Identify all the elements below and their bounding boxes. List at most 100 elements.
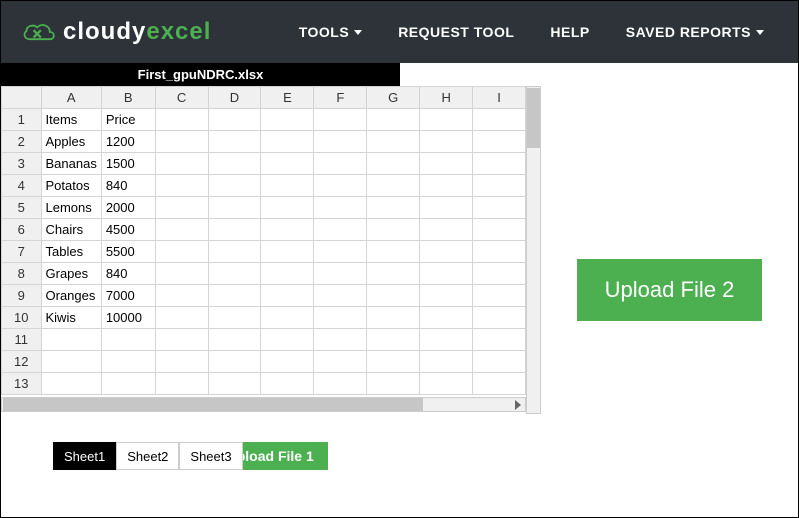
cell[interactable] (208, 351, 261, 373)
cell[interactable] (314, 153, 367, 175)
row-header[interactable]: 13 (2, 373, 42, 395)
cell[interactable] (420, 329, 473, 351)
cell[interactable] (314, 197, 367, 219)
cell[interactable] (420, 373, 473, 395)
nav-tools[interactable]: TOOLS (285, 14, 376, 50)
horizontal-scrollbar[interactable] (1, 397, 526, 412)
cell[interactable] (367, 285, 420, 307)
tab-sheet1[interactable]: Sheet1 (53, 442, 116, 470)
cell[interactable] (473, 285, 526, 307)
col-header-E[interactable]: E (261, 87, 314, 109)
cell[interactable] (314, 175, 367, 197)
row-header[interactable]: 7 (2, 241, 42, 263)
cell[interactable] (420, 351, 473, 373)
tab-sheet3[interactable]: Sheet3 (179, 442, 242, 470)
cell[interactable] (261, 351, 314, 373)
cell[interactable]: 2000 (101, 197, 155, 219)
spreadsheet-grid[interactable]: A B C D E F G H I 1ItemsPrice2Apples1200… (1, 86, 526, 395)
cell[interactable] (473, 219, 526, 241)
col-header-C[interactable]: C (155, 87, 208, 109)
cell[interactable] (367, 241, 420, 263)
logo[interactable]: cloudyexcel (21, 18, 211, 46)
cell[interactable] (473, 197, 526, 219)
cell[interactable] (261, 197, 314, 219)
nav-help[interactable]: HELP (536, 14, 603, 50)
cell[interactable] (314, 307, 367, 329)
col-header-I[interactable]: I (473, 87, 526, 109)
cell[interactable] (261, 241, 314, 263)
row-header[interactable]: 9 (2, 285, 42, 307)
cell[interactable] (208, 373, 261, 395)
cell[interactable]: 5500 (101, 241, 155, 263)
cell[interactable] (367, 263, 420, 285)
cell[interactable] (473, 153, 526, 175)
cell[interactable] (314, 329, 367, 351)
cell[interactable] (261, 373, 314, 395)
cell[interactable]: 840 (101, 175, 155, 197)
cell[interactable]: Items (41, 109, 101, 131)
cell[interactable] (208, 263, 261, 285)
cell[interactable] (208, 109, 261, 131)
cell[interactable] (155, 175, 208, 197)
cell[interactable]: Price (101, 109, 155, 131)
cell[interactable] (261, 153, 314, 175)
cell[interactable] (261, 329, 314, 351)
cell[interactable]: 1200 (101, 131, 155, 153)
cell[interactable] (367, 351, 420, 373)
cell[interactable] (367, 131, 420, 153)
nav-saved-reports[interactable]: SAVED REPORTS (612, 14, 778, 50)
cell[interactable]: 10000 (101, 307, 155, 329)
cell[interactable] (314, 351, 367, 373)
scrollbar-thumb[interactable] (3, 398, 423, 411)
cell[interactable] (261, 285, 314, 307)
cell[interactable] (420, 197, 473, 219)
cell[interactable] (208, 219, 261, 241)
cell[interactable] (420, 241, 473, 263)
cell[interactable] (420, 263, 473, 285)
cell[interactable]: Chairs (41, 219, 101, 241)
cell[interactable] (261, 219, 314, 241)
cell[interactable] (314, 109, 367, 131)
cell[interactable] (314, 219, 367, 241)
row-header[interactable]: 12 (2, 351, 42, 373)
cell[interactable] (155, 241, 208, 263)
cell[interactable] (314, 131, 367, 153)
cell[interactable] (420, 219, 473, 241)
row-header[interactable]: 11 (2, 329, 42, 351)
cell[interactable] (314, 263, 367, 285)
scroll-right-icon[interactable] (515, 400, 521, 410)
cell[interactable] (367, 153, 420, 175)
scrollbar-thumb[interactable] (527, 88, 540, 148)
row-header[interactable]: 10 (2, 307, 42, 329)
cell[interactable] (420, 109, 473, 131)
row-header[interactable]: 5 (2, 197, 42, 219)
cell[interactable]: Oranges (41, 285, 101, 307)
cell[interactable] (208, 241, 261, 263)
cell[interactable] (367, 373, 420, 395)
col-header-H[interactable]: H (420, 87, 473, 109)
cell[interactable] (155, 285, 208, 307)
cell[interactable] (473, 175, 526, 197)
cell[interactable] (155, 131, 208, 153)
cell[interactable]: Grapes (41, 263, 101, 285)
cell[interactable] (420, 131, 473, 153)
cell[interactable] (155, 263, 208, 285)
cell[interactable] (101, 351, 155, 373)
col-header-F[interactable]: F (314, 87, 367, 109)
col-header-D[interactable]: D (208, 87, 261, 109)
cell[interactable] (155, 373, 208, 395)
cell[interactable] (314, 373, 367, 395)
cell[interactable] (155, 109, 208, 131)
col-header-A[interactable]: A (41, 87, 101, 109)
cell[interactable] (420, 153, 473, 175)
cell[interactable] (261, 109, 314, 131)
cell[interactable] (420, 307, 473, 329)
cell[interactable] (473, 373, 526, 395)
cell[interactable] (420, 285, 473, 307)
tab-sheet2[interactable]: Sheet2 (116, 442, 179, 470)
cell[interactable] (473, 131, 526, 153)
cell[interactable] (155, 351, 208, 373)
cell[interactable] (367, 219, 420, 241)
cell[interactable] (367, 175, 420, 197)
vertical-scrollbar[interactable] (526, 86, 541, 414)
